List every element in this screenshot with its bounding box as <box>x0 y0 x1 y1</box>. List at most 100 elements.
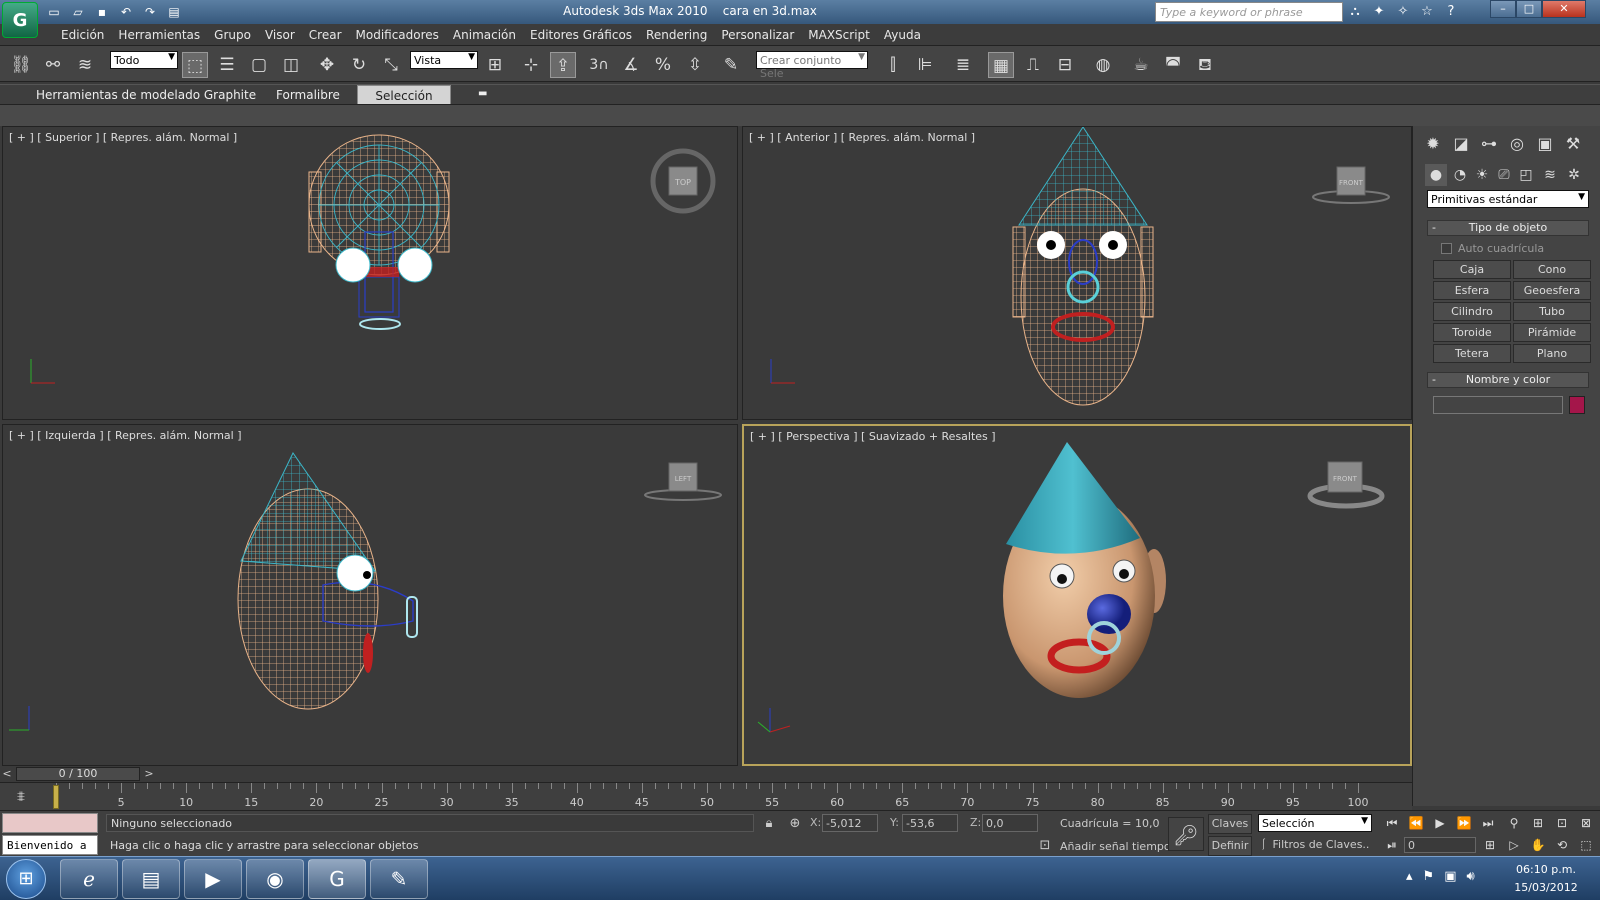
communication-icon[interactable]: ✧ <box>1394 3 1412 21</box>
create-tab-icon[interactable]: ✹ <box>1421 132 1445 156</box>
menu-herramientas[interactable]: Herramientas <box>111 24 207 45</box>
rectangular-selection-icon[interactable]: ▢ <box>246 52 272 78</box>
named-selection-dropdown[interactable]: Crear conjunto Sele ▼ <box>756 51 868 80</box>
internet-explorer-icon[interactable]: ℯ <box>60 859 118 899</box>
next-frame-arrow[interactable]: > <box>142 767 156 781</box>
teapot-button[interactable]: Tetera <box>1433 344 1511 363</box>
scale-icon[interactable]: ⤡ <box>378 52 404 78</box>
object-color-swatch[interactable] <box>1569 396 1585 414</box>
ribbon-options-icon[interactable]: ▬ <box>470 85 495 105</box>
field-of-view-icon[interactable]: ▷ <box>1504 836 1524 854</box>
track-bar[interactable]: ⩨ 5 10 15 20 25 30 35 40 45 50 55 60 65 70 75 80 85 90 95 1… <box>0 782 1412 810</box>
start-button[interactable]: ⊞ <box>6 859 46 899</box>
prev-frame-arrow[interactable]: < <box>0 767 14 781</box>
menu-grupo[interactable]: Grupo <box>207 24 258 45</box>
key-mode-icon[interactable]: ⏯ <box>1382 836 1402 854</box>
viewport-front[interactable]: [ + ] [ Anterior ] [ Repres. alám. Norma… <box>742 126 1412 420</box>
binoculars-icon[interactable]: ⛬ <box>1346 3 1364 21</box>
rendered-frame-icon[interactable]: ◚ <box>1160 52 1186 78</box>
undo-icon[interactable]: ↶ <box>116 2 136 22</box>
menu-rendering[interactable]: Rendering <box>639 24 714 45</box>
geometry-icon[interactable]: ● <box>1425 164 1447 186</box>
schematic-view-icon[interactable]: ⊟ <box>1052 52 1078 78</box>
plane-button[interactable]: Plano <box>1513 344 1591 363</box>
3dsmax-taskbar-icon[interactable]: G <box>308 859 366 899</box>
zoom-all-icon[interactable]: ⊞ <box>1528 814 1548 832</box>
zoom-extents-icon[interactable]: ⊡ <box>1552 814 1572 832</box>
menu-visor[interactable]: Visor <box>258 24 302 45</box>
pan-icon[interactable]: ✋ <box>1528 836 1548 854</box>
current-frame-field[interactable]: 0 <box>1404 837 1476 853</box>
minimize-button[interactable]: – <box>1490 0 1516 18</box>
viewport-left[interactable]: [ + ] [ Izquierda ] [ Repres. alám. Norm… <box>2 424 738 766</box>
name-color-rollout[interactable]: - Nombre y color <box>1427 372 1589 388</box>
keyboard-shortcut-icon[interactable]: ⇪ <box>550 52 576 78</box>
menu-editores-graficos[interactable]: Editores Gráficos <box>523 24 639 45</box>
tab-seleccion[interactable]: Selección <box>357 85 451 105</box>
systems-icon[interactable]: ✲ <box>1563 164 1585 186</box>
help-icon[interactable]: ? <box>1442 3 1460 21</box>
previous-frame-icon[interactable]: ⏪ <box>1406 814 1426 832</box>
paint-icon[interactable]: ✎ <box>370 859 428 899</box>
object-category-dropdown[interactable]: Primitivas estándar ▼ <box>1427 190 1589 208</box>
snap-toggle-icon[interactable]: 3∩ <box>584 52 614 78</box>
key-set-dropdown[interactable]: Selección ▼ <box>1258 814 1372 832</box>
menu-maxscript[interactable]: MAXScript <box>801 24 877 45</box>
menu-ayuda[interactable]: Ayuda <box>877 24 928 45</box>
search-input[interactable]: Type a keyword or phrase <box>1155 2 1343 22</box>
geosphere-button[interactable]: Geoesfera <box>1513 281 1591 300</box>
action-center-flag-icon[interactable]: ⚑ <box>1423 869 1435 884</box>
orbit-icon[interactable]: ⟲ <box>1552 836 1572 854</box>
menu-personalizar[interactable]: Personalizar <box>714 24 801 45</box>
lights-icon[interactable]: ☀ <box>1471 164 1493 186</box>
pyramid-button[interactable]: Pirámide <box>1513 323 1591 342</box>
motion-tab-icon[interactable]: ◎ <box>1505 132 1529 156</box>
show-hidden-icons[interactable]: ▴ <box>1406 869 1413 884</box>
move-icon[interactable]: ✥ <box>314 52 340 78</box>
menu-crear[interactable]: Crear <box>302 24 349 45</box>
pivot-center-icon[interactable]: ⊞ <box>482 52 508 78</box>
set-key-icon[interactable]: 🔑︎ <box>1168 817 1204 851</box>
project-folder-icon[interactable]: ▤ <box>164 2 184 22</box>
network-icon[interactable]: ▣ <box>1444 869 1456 884</box>
add-time-tag[interactable]: Añadir señal tiempo <box>1060 840 1171 853</box>
media-player-icon[interactable]: ▶ <box>184 859 242 899</box>
subscription-icon[interactable]: ✦ <box>1370 3 1388 21</box>
tube-button[interactable]: Tubo <box>1513 302 1591 321</box>
z-coordinate-field[interactable]: 0,0 <box>982 814 1038 832</box>
angle-snap-icon[interactable]: ∡ <box>618 52 644 78</box>
bind-spacewarp-icon[interactable]: ≋ <box>72 52 98 78</box>
display-tab-icon[interactable]: ▣ <box>1533 132 1557 156</box>
volume-icon[interactable]: 🔊︎ <box>1466 869 1474 884</box>
system-clock[interactable]: 06:10 p.m. 15/03/2012 <box>1506 861 1586 897</box>
cameras-icon[interactable]: ⎚ <box>1493 164 1515 186</box>
close-button[interactable]: ✕ <box>1542 0 1586 18</box>
y-coordinate-field[interactable]: -53,6 <box>902 814 958 832</box>
maxscript-listener-mini[interactable] <box>2 813 98 833</box>
go-to-start-icon[interactable]: ⏮ <box>1382 814 1402 832</box>
maximize-button[interactable]: □ <box>1516 0 1542 18</box>
align-icon[interactable]: ⊫ <box>912 52 938 78</box>
save-icon[interactable]: ▪ <box>92 2 112 22</box>
tab-formalibre[interactable]: Formalibre <box>268 85 348 105</box>
render-setup-icon[interactable]: ☕ <box>1128 52 1154 78</box>
graphite-toggle-icon[interactable]: ▦ <box>988 52 1014 78</box>
unlink-icon[interactable]: ⚯ <box>40 52 66 78</box>
firefox-icon[interactable]: ◉ <box>246 859 304 899</box>
box-button[interactable]: Caja <box>1433 260 1511 279</box>
auto-key-button[interactable]: Claves <box>1208 814 1252 834</box>
open-file-icon[interactable]: ▱ <box>68 2 88 22</box>
mirror-icon[interactable]: ⫿ <box>880 52 906 78</box>
zoom-extents-all-icon[interactable]: ⊠ <box>1576 814 1596 832</box>
spinner-snap-icon[interactable]: ⇳ <box>682 52 708 78</box>
cylinder-button[interactable]: Cilindro <box>1433 302 1511 321</box>
curve-editor-icon[interactable]: ⎍ <box>1020 52 1046 78</box>
viewport-top[interactable]: [ + ] [ Superior ] [ Repres. alám. Norma… <box>2 126 738 420</box>
mini-curve-editor-icon[interactable]: ⩨ <box>8 789 34 807</box>
time-cursor[interactable] <box>53 785 59 809</box>
object-name-field[interactable] <box>1433 396 1563 414</box>
helpers-icon[interactable]: ◰ <box>1515 164 1537 186</box>
tab-graphite-modeling[interactable]: Herramientas de modelado Graphite <box>28 85 264 105</box>
key-filters-button[interactable]: ⎰ Filtros de Claves.. <box>1258 836 1372 855</box>
menu-animacion[interactable]: Animación <box>446 24 523 45</box>
